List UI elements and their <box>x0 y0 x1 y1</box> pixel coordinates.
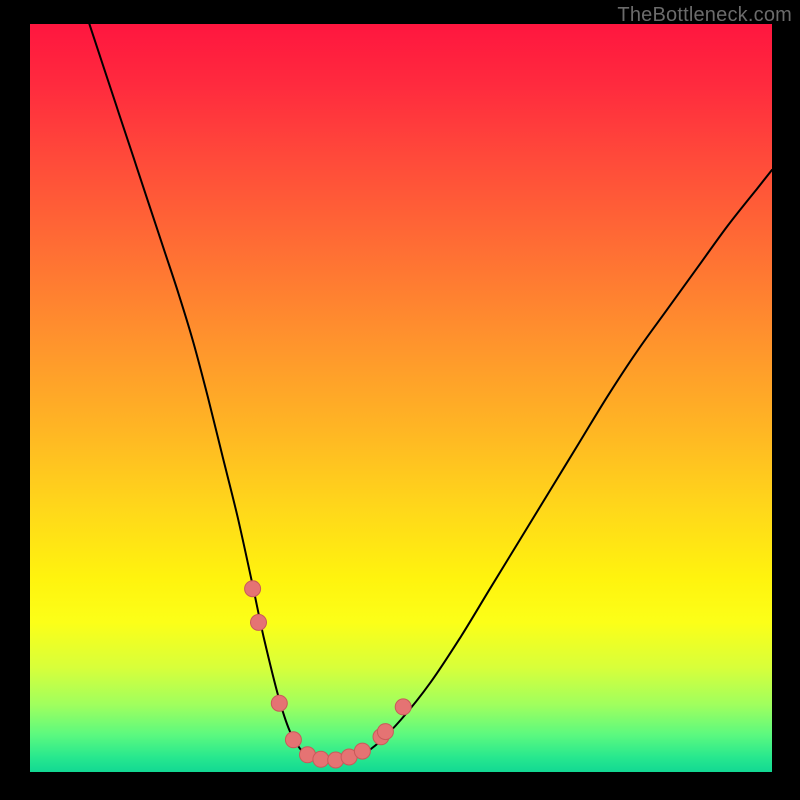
bottleneck-curve <box>89 24 772 761</box>
curve-marker-dot <box>377 724 393 740</box>
curve-marker-dot <box>285 732 301 748</box>
curve-svg <box>30 24 772 772</box>
curve-marker-dot <box>354 743 370 759</box>
curve-marker-dot <box>251 614 267 630</box>
curve-marker-dot <box>313 751 329 767</box>
curve-marker-group <box>245 581 412 768</box>
curve-marker-dot <box>395 699 411 715</box>
chart-frame: TheBottleneck.com <box>0 0 800 800</box>
curve-marker-dot <box>245 581 261 597</box>
plot-area <box>30 24 772 772</box>
curve-marker-dot <box>271 695 287 711</box>
